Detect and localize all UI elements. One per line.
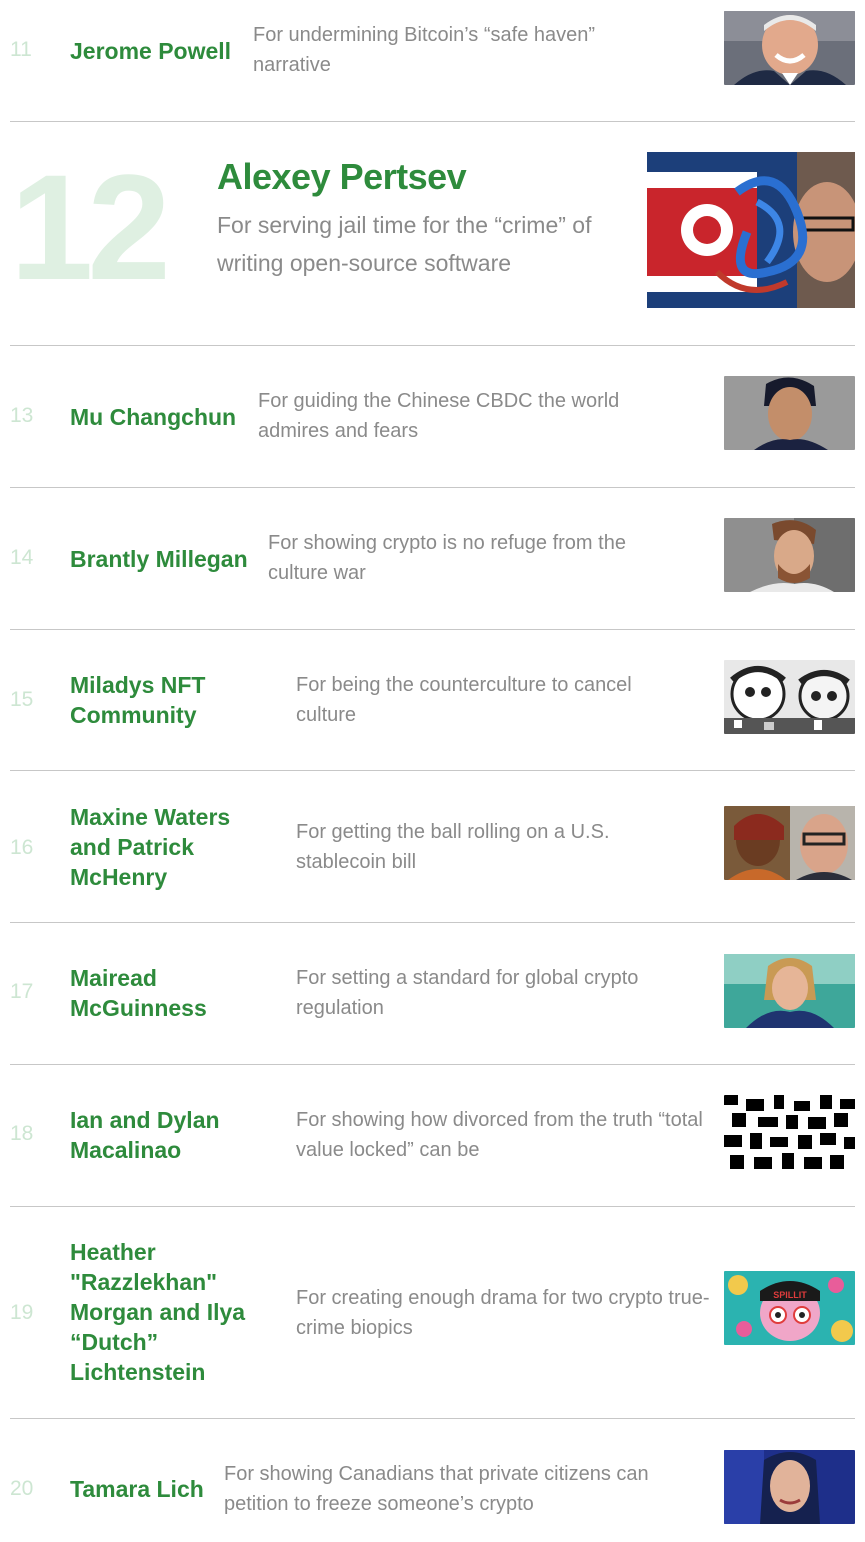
list-item-15[interactable]: 15 Miladys NFT Community For being the c…: [10, 660, 855, 736]
honoree-description: For showing crypto is no refuge from the…: [268, 532, 626, 584]
list-item-17[interactable]: 17 Mairead McGuinness For setting a stan…: [10, 954, 855, 1030]
honoree-description: For getting the ball rolling on a U.S. s…: [296, 821, 610, 873]
portrait-image[interactable]: [724, 954, 855, 1028]
row-divider: [10, 1418, 855, 1419]
honoree-name[interactable]: Heather "Razzlekhan" Morgan and Ilya “Du…: [70, 1237, 270, 1387]
portrait-image[interactable]: [724, 11, 855, 85]
list-item-16[interactable]: 16 Maxine Waters and Patrick McHenry For…: [10, 802, 855, 894]
artwork-image[interactable]: [724, 660, 855, 734]
honoree-name[interactable]: Tamara Lich: [70, 1474, 230, 1504]
honoree-name[interactable]: Mu Changchun: [70, 402, 255, 432]
honoree-description: For showing how divorced from the truth …: [296, 1109, 703, 1161]
honoree-description: For being the counterculture to cancel c…: [296, 674, 632, 726]
honoree-description: For guiding the Chinese CBDC the world a…: [258, 390, 620, 442]
rank-number: 20: [10, 1477, 34, 1500]
list-item-12-featured[interactable]: 12 Alexey Pertsev For serving jail time …: [10, 152, 855, 310]
honoree-description: For creating enough drama for two crypto…: [296, 1287, 710, 1339]
rank-number: 13: [10, 404, 34, 427]
list-item-18[interactable]: 18 Ian and Dylan Macalinao For showing h…: [10, 1095, 855, 1171]
honoree-name[interactable]: Alexey Pertsev: [217, 156, 467, 198]
honoree-description: For undermining Bitcoin’s “safe haven” n…: [253, 24, 596, 76]
honoree-name[interactable]: Mairead McGuinness: [70, 963, 240, 1023]
portrait-image[interactable]: [724, 1450, 855, 1524]
row-divider: [10, 121, 855, 122]
row-divider: [10, 487, 855, 488]
row-divider: [10, 770, 855, 771]
row-divider: [10, 922, 855, 923]
honoree-name[interactable]: Brantly Millegan: [70, 544, 260, 574]
list-item-14[interactable]: 14 Brantly Millegan For showing crypto i…: [10, 518, 855, 594]
rank-number: 16: [10, 836, 34, 859]
list-item-20[interactable]: 20 Tamara Lich For showing Canadians tha…: [10, 1450, 855, 1526]
honoree-description: For showing Canadians that private citiz…: [224, 1463, 649, 1515]
artwork-image[interactable]: SPILLIT: [724, 1271, 855, 1345]
rank-number: 18: [10, 1122, 34, 1145]
rank-number: 14: [10, 546, 34, 569]
rank-number: 15: [10, 688, 34, 711]
list-item-11[interactable]: 11 Jerome Powell For undermining Bitcoin…: [10, 8, 855, 86]
honoree-name[interactable]: Jerome Powell: [70, 36, 250, 66]
honoree-name[interactable]: Miladys NFT Community: [70, 670, 240, 730]
svg-text:SPILLIT: SPILLIT: [773, 1290, 807, 1300]
row-divider: [10, 629, 855, 630]
rank-number-large: 12: [10, 143, 171, 311]
honoree-description: For serving jail time for the “crime” of…: [217, 212, 592, 276]
portrait-image[interactable]: [647, 152, 855, 308]
list-item-19[interactable]: 19 Heather "Razzlekhan" Morgan and Ilya …: [10, 1237, 855, 1389]
rank-number: 11: [10, 38, 32, 61]
honoree-name[interactable]: Maxine Waters and Patrick McHenry: [70, 802, 250, 892]
honoree-name[interactable]: Ian and Dylan Macalinao: [70, 1105, 240, 1165]
row-divider: [10, 345, 855, 346]
rank-number: 19: [10, 1301, 34, 1324]
portrait-image[interactable]: [724, 376, 855, 450]
list-item-13[interactable]: 13 Mu Changchun For guiding the Chinese …: [10, 376, 855, 452]
honoree-description: For setting a standard for global crypto…: [296, 967, 639, 1019]
portrait-image[interactable]: [724, 806, 855, 880]
row-divider: [10, 1064, 855, 1065]
artwork-image[interactable]: [724, 1095, 855, 1169]
row-divider: [10, 1206, 855, 1207]
rank-number: 17: [10, 980, 34, 1003]
portrait-image[interactable]: [724, 518, 855, 592]
